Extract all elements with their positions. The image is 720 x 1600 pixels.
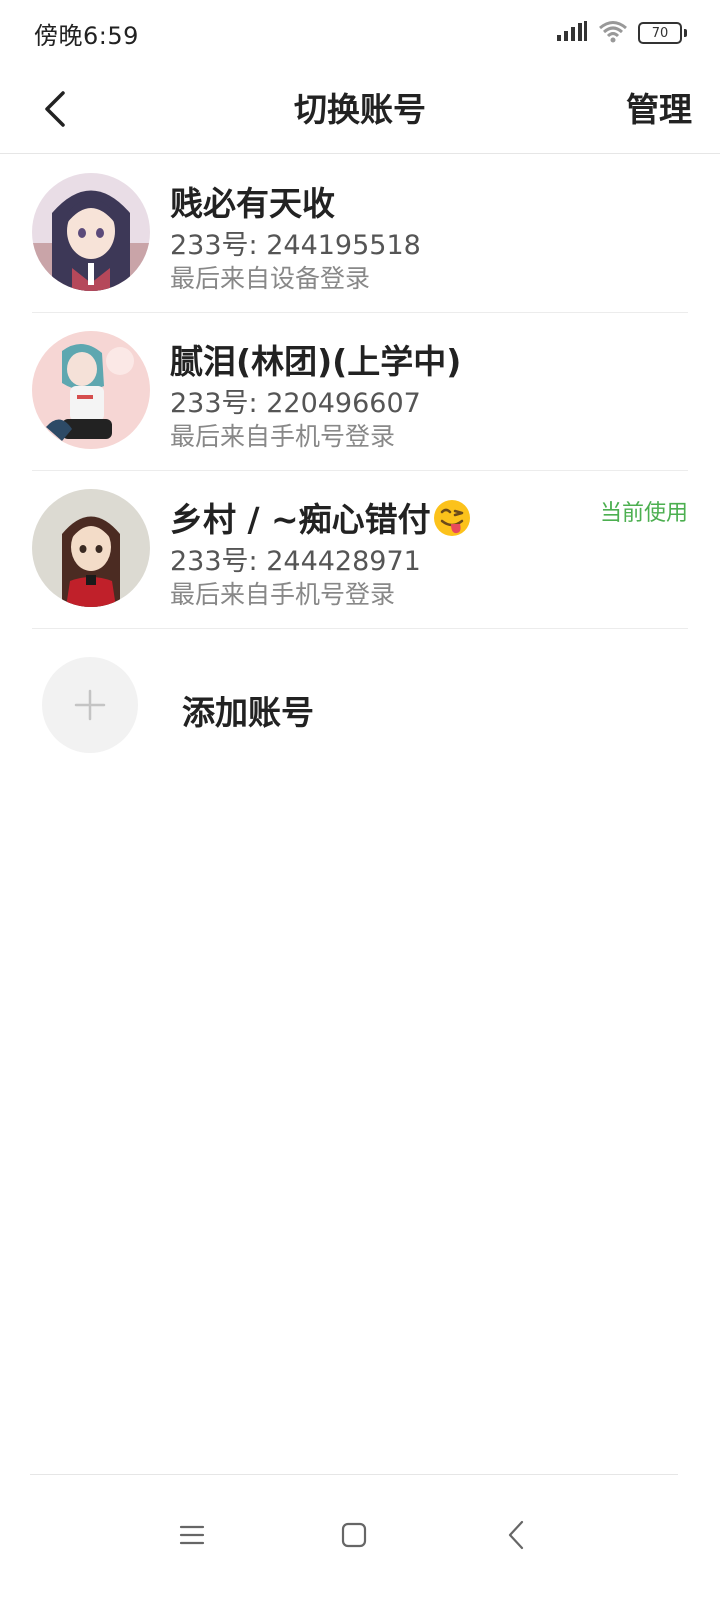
add-account-button[interactable]: 添加账号 [0, 655, 720, 755]
account-id: 233号: 244428971 [170, 546, 421, 577]
avatar [32, 173, 150, 291]
add-account-label: 添加账号 [182, 693, 314, 732]
account-name: 腻泪(林团)(上学中) [170, 342, 462, 381]
account-id: 233号: 220496607 [170, 388, 421, 419]
status-time: 傍晚6:59 [34, 21, 139, 50]
signal-icon [556, 20, 588, 46]
menu-icon [179, 1525, 205, 1545]
home-icon [341, 1522, 367, 1548]
account-id: 233号: 244195518 [170, 230, 421, 261]
menu-button[interactable] [162, 1505, 222, 1565]
account-switch-screen: 傍晚6:59 70 切换账号 管理 贱必有天收 233号: 244195518 … [0, 0, 720, 1600]
battery-level: 70 [651, 25, 669, 41]
account-item[interactable]: 贱必有天收 233号: 244195518 最后来自设备登录 [32, 155, 688, 313]
status-icons: 70 [556, 19, 687, 47]
manage-button[interactable]: 管理 [626, 66, 692, 154]
account-login-method: 最后来自手机号登录 [170, 580, 396, 609]
page-title: 切换账号 [294, 90, 426, 129]
plus-icon [74, 689, 106, 721]
account-item[interactable]: 腻泪(林团)(上学中) 233号: 220496607 最后来自手机号登录 [32, 313, 688, 471]
avatar [32, 331, 150, 449]
tongue-emoji-icon [433, 499, 471, 545]
avatar [32, 489, 150, 607]
account-login-method: 最后来自设备登录 [170, 264, 371, 293]
account-name: 贱必有天收 [170, 184, 335, 223]
account-name: 乡村 / ~痴心错付 [170, 493, 471, 545]
account-name-text: 乡村 / ~痴心错付 [170, 500, 431, 539]
account-login-method: 最后来自手机号登录 [170, 422, 396, 451]
status-bar: 傍晚6:59 70 [0, 0, 720, 66]
nav-back-button[interactable] [486, 1505, 546, 1565]
wifi-icon [598, 19, 628, 47]
header: 切换账号 管理 [0, 66, 720, 154]
add-account-circle [42, 657, 138, 753]
battery-icon: 70 [638, 22, 687, 44]
account-list: 贱必有天收 233号: 244195518 最后来自设备登录 腻泪(林团)(上学… [0, 155, 720, 629]
nav-back-icon [508, 1520, 524, 1550]
current-account-badge: 当前使用 [599, 501, 688, 526]
home-button[interactable] [324, 1505, 384, 1565]
account-item[interactable]: 乡村 / ~痴心错付 233号: 244428971 最后来自手机号登录 当前使… [32, 471, 688, 629]
system-nav-bar [30, 1474, 678, 1600]
